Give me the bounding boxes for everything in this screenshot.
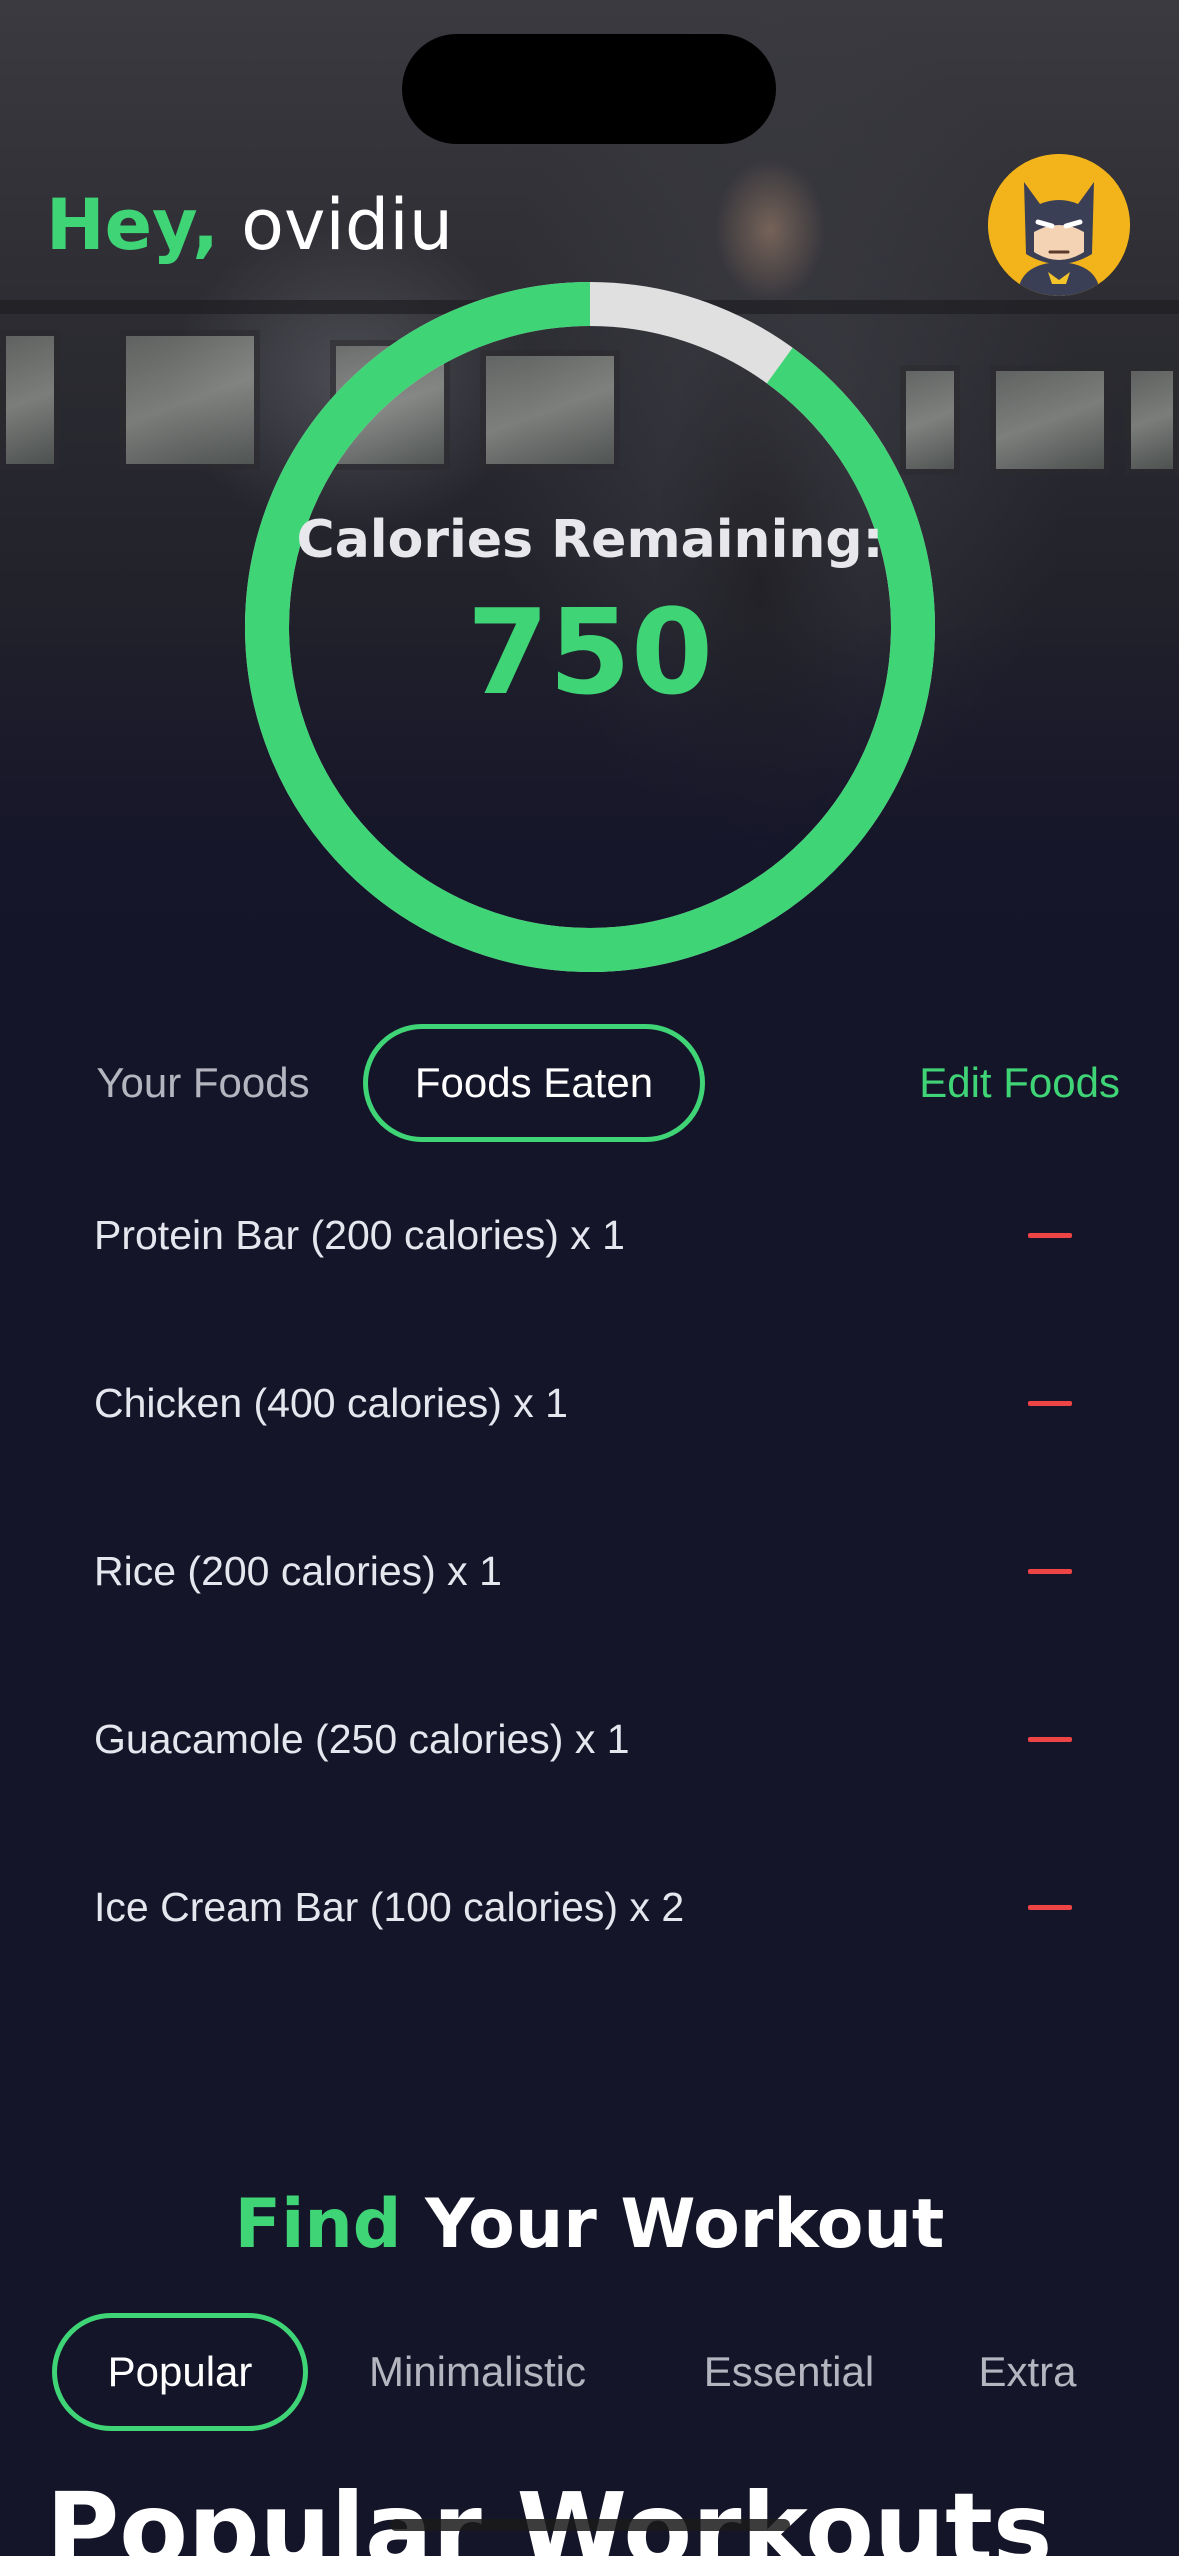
food-item-label: Rice (200 calories) x 1 xyxy=(94,1548,502,1594)
food-item-label: Chicken (400 calories) x 1 xyxy=(94,1380,568,1426)
tab-your-foods[interactable]: Your Foods xyxy=(68,1024,338,1142)
minus-icon xyxy=(1028,1401,1072,1406)
list-item: Rice (200 calories) x 1 xyxy=(0,1521,1179,1621)
avatar[interactable] xyxy=(988,154,1130,296)
minus-icon xyxy=(1028,1233,1072,1238)
minus-icon xyxy=(1028,1737,1072,1742)
dynamic-island xyxy=(402,34,776,144)
remove-food-button[interactable] xyxy=(1010,1709,1090,1769)
home-indicator[interactable] xyxy=(390,2519,790,2531)
popular-workouts-heading: Popular Workouts xyxy=(46,2471,1053,2556)
gym-window xyxy=(1125,365,1179,475)
food-item-label: Protein Bar (200 calories) x 1 xyxy=(94,1212,625,1258)
calories-remaining-value: 750 xyxy=(466,583,714,721)
food-tabs: Your Foods Foods Eaten Edit Foods xyxy=(0,1024,1179,1144)
workout-title-accent: Find xyxy=(234,2185,402,2264)
batman-avatar-icon xyxy=(988,154,1130,296)
minus-icon xyxy=(1028,1905,1072,1910)
calorie-ring: Calories Remaining: 750 xyxy=(245,282,935,972)
calories-remaining-label: Calories Remaining: xyxy=(296,510,884,570)
user-name: ovidiu xyxy=(241,184,454,266)
tab-popular[interactable]: Popular xyxy=(52,2313,308,2431)
list-item: Ice Cream Bar (100 calories) x 2 xyxy=(0,1857,1179,1957)
list-item: Protein Bar (200 calories) x 1 xyxy=(0,1185,1179,1285)
remove-food-button[interactable] xyxy=(1010,1877,1090,1937)
workout-tabs: Popular Minimalistic Essential Extra xyxy=(0,2313,1179,2433)
greeting: Hey, ovidiu xyxy=(46,175,453,275)
list-item: Guacamole (250 calories) x 1 xyxy=(0,1689,1179,1789)
remove-food-button[interactable] xyxy=(1010,1373,1090,1433)
workout-title-rest: Your Workout xyxy=(425,2185,945,2264)
app-screen: Hey, ovidiu Calories Remaining: 750 Your… xyxy=(0,0,1179,2556)
remove-food-button[interactable] xyxy=(1010,1205,1090,1265)
tab-essential[interactable]: Essential xyxy=(680,2313,898,2431)
food-item-label: Guacamole (250 calories) x 1 xyxy=(94,1716,630,1762)
gym-window xyxy=(990,365,1110,475)
gym-window xyxy=(0,330,60,470)
gym-window xyxy=(120,330,260,470)
tab-foods-eaten[interactable]: Foods Eaten xyxy=(363,1024,705,1142)
remove-food-button[interactable] xyxy=(1010,1541,1090,1601)
greeting-prefix: Hey, xyxy=(46,184,219,266)
list-item: Chicken (400 calories) x 1 xyxy=(0,1353,1179,1453)
tab-minimalistic[interactable]: Minimalistic xyxy=(340,2313,615,2431)
workout-section-title: Find Your Workout xyxy=(0,2175,1179,2275)
tab-extra[interactable]: Extra xyxy=(960,2313,1095,2431)
edit-foods-link[interactable]: Edit Foods xyxy=(870,1024,1120,1142)
food-item-label: Ice Cream Bar (100 calories) x 2 xyxy=(94,1884,685,1930)
minus-icon xyxy=(1028,1569,1072,1574)
